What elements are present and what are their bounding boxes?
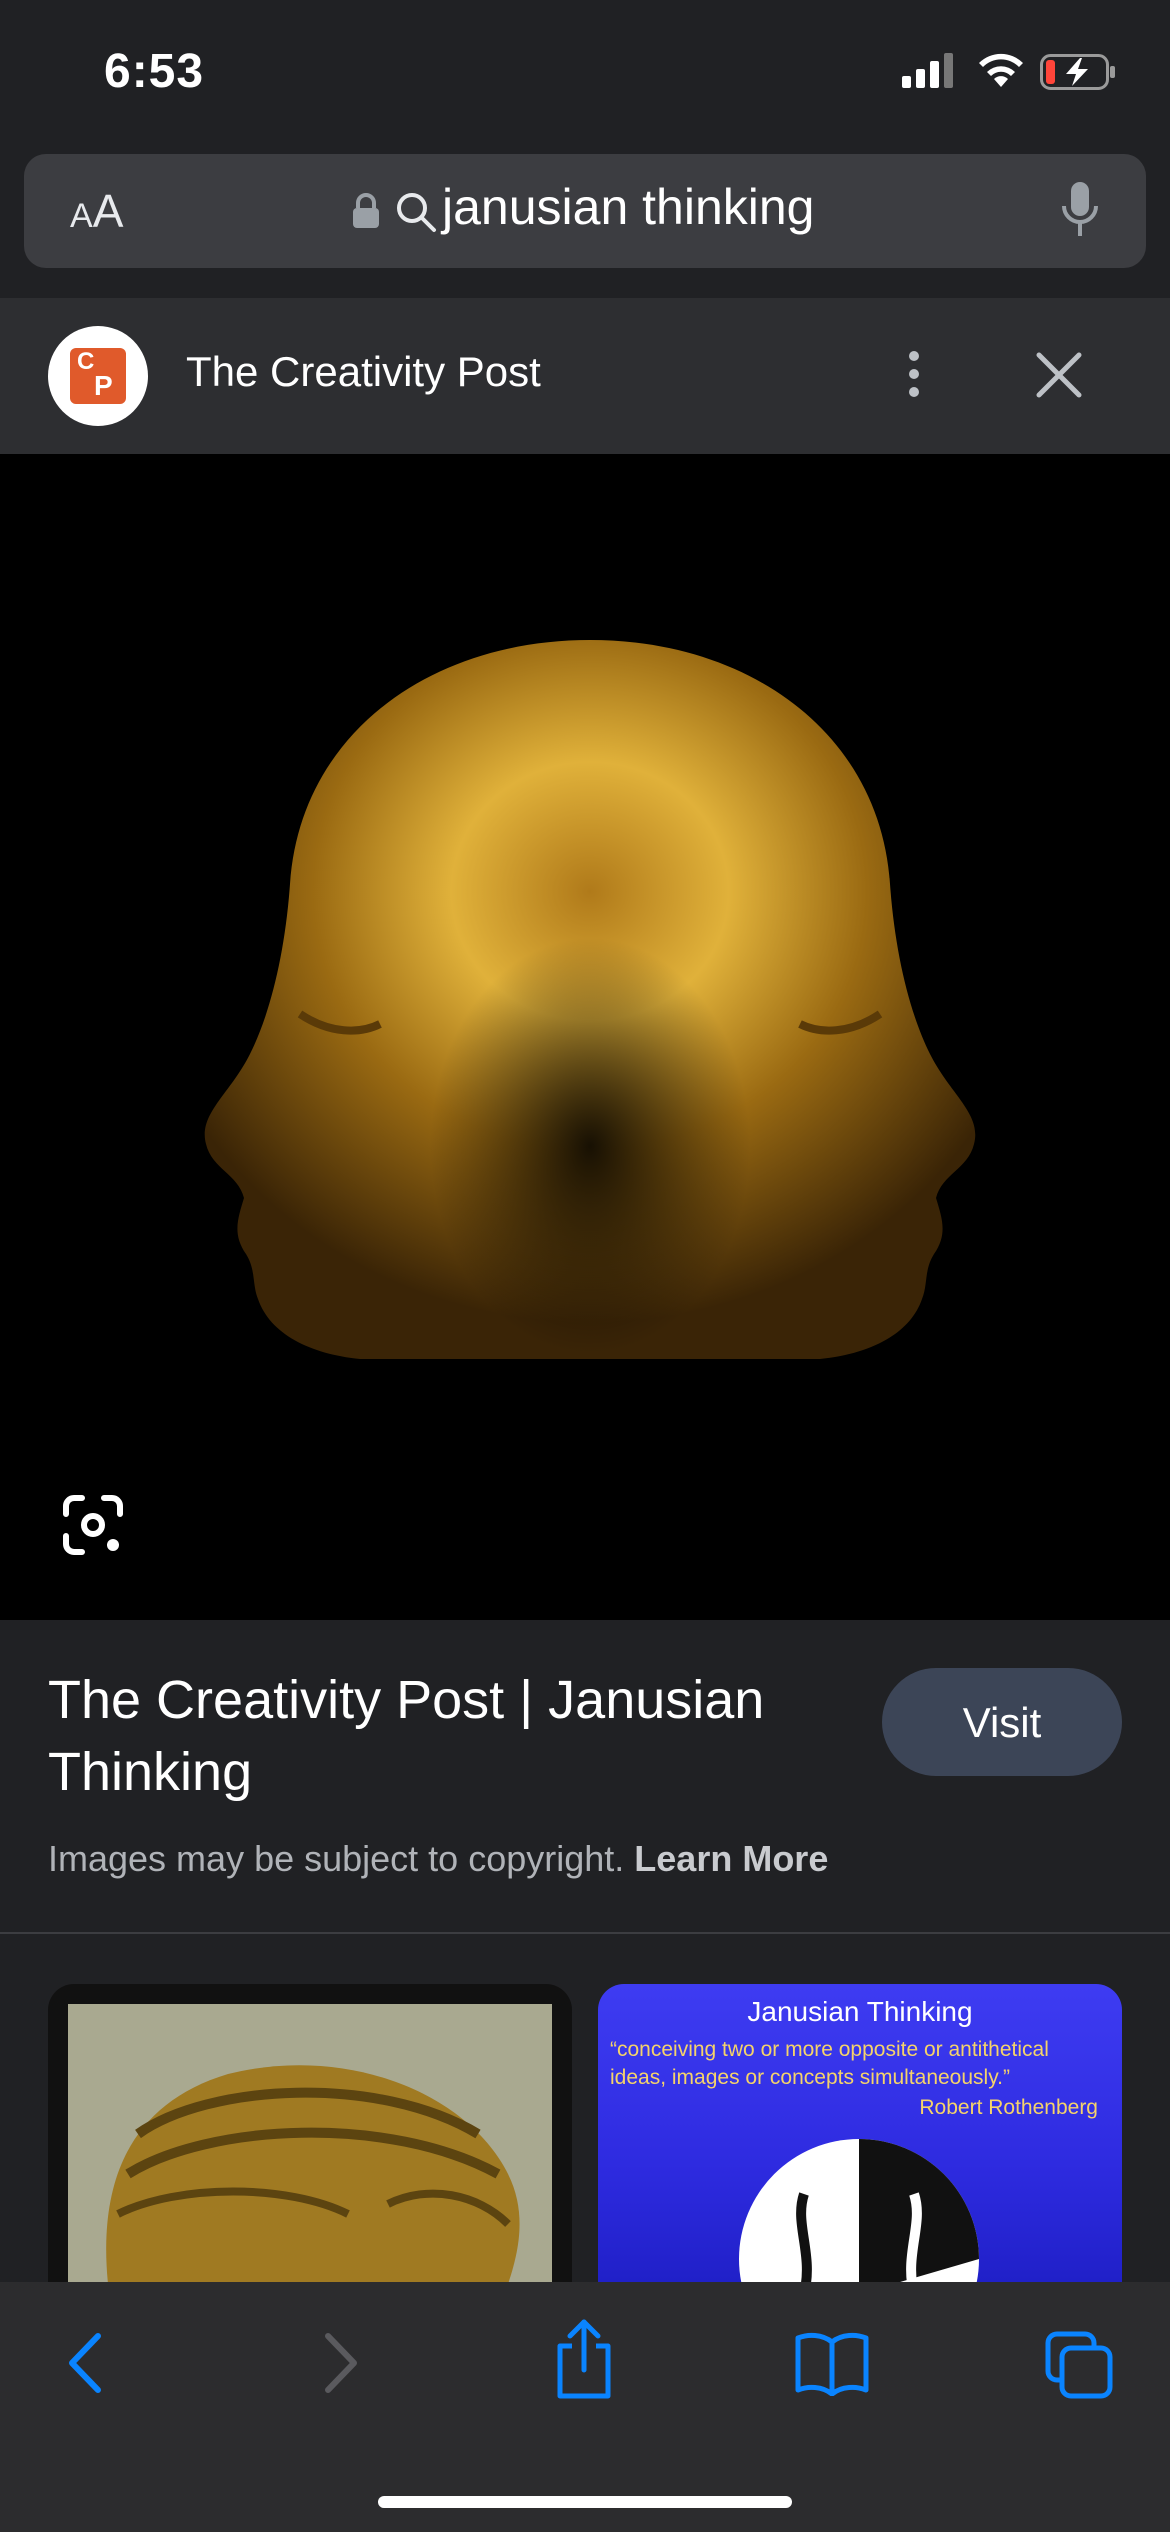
home-indicator[interactable] xyxy=(378,2496,792,2508)
slide-title: Janusian Thinking xyxy=(747,1996,973,2027)
related-image-2[interactable]: Janusian Thinking “conceiving two or mor… xyxy=(598,1984,1122,2284)
close-icon[interactable] xyxy=(1034,350,1084,400)
source-logo: CP xyxy=(48,326,148,426)
cellular-signal-icon xyxy=(902,53,953,88)
divider xyxy=(0,1932,1170,1934)
visit-button[interactable]: Visit xyxy=(882,1668,1122,1776)
battery-charging-icon xyxy=(1040,54,1115,90)
search-icon xyxy=(397,193,436,232)
slide-author: Robert Rothenberg xyxy=(919,2096,1098,2119)
slide-quote: “conceiving two or more opposite or anti… xyxy=(610,2038,1049,2089)
microphone-icon[interactable] xyxy=(1060,180,1100,240)
more-options-icon[interactable] xyxy=(898,346,930,406)
search-query[interactable]: janusian thinking xyxy=(442,178,815,236)
source-name[interactable]: The Creativity Post xyxy=(186,348,541,396)
golden-janus-head-thumbnail xyxy=(68,2004,552,2284)
text-size-button[interactable]: AA xyxy=(70,184,123,238)
related-image-1[interactable] xyxy=(48,1984,572,2284)
bookmarks-icon[interactable] xyxy=(794,2330,870,2396)
lock-icon xyxy=(353,193,379,228)
share-icon[interactable] xyxy=(552,2318,616,2400)
source-header xyxy=(0,298,1170,454)
faces-vase-illustration xyxy=(739,2139,979,2284)
result-image[interactable] xyxy=(0,454,1170,1620)
copyright-notice: Images may be subject to copyright. Lear… xyxy=(48,1838,828,1880)
copyright-text: Images may be subject to copyright. xyxy=(48,1838,625,1879)
google-lens-icon[interactable] xyxy=(60,1492,126,1558)
result-title[interactable]: The Creativity Post | Janusian Thinking xyxy=(48,1664,828,1808)
status-time: 6:53 xyxy=(104,45,205,98)
two-faced-head-image xyxy=(204,640,976,1359)
forward-icon[interactable] xyxy=(318,2330,362,2396)
wifi-icon xyxy=(979,53,1023,87)
learn-more-link[interactable]: Learn More xyxy=(634,1838,828,1879)
back-icon[interactable] xyxy=(64,2330,108,2396)
tabs-icon[interactable] xyxy=(1044,2330,1114,2400)
